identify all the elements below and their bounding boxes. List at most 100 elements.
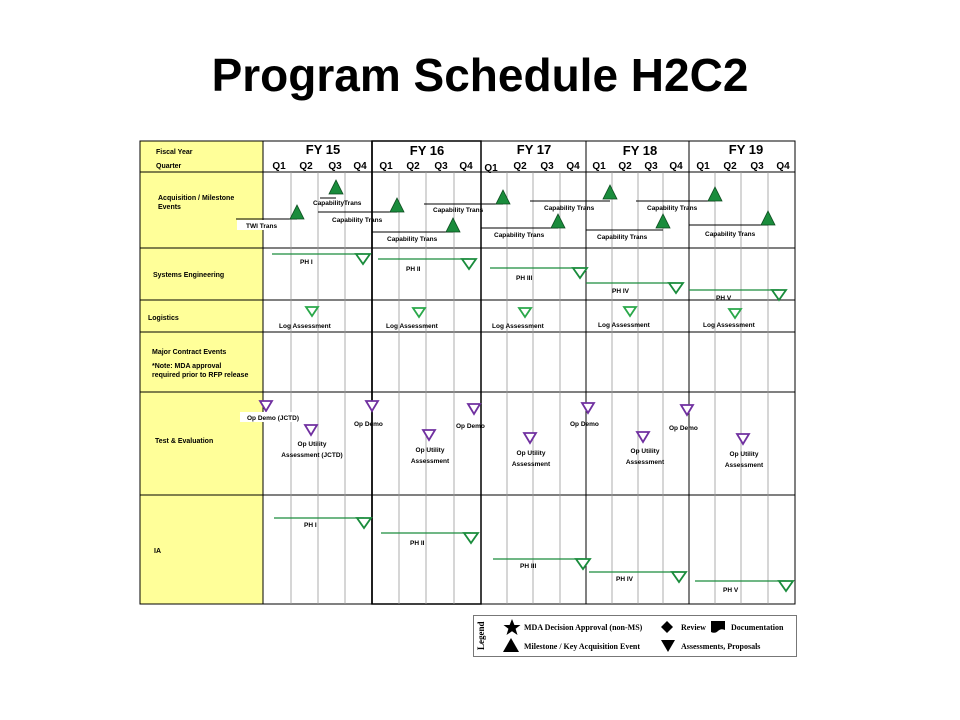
op-demo-label: Op Demo	[669, 425, 698, 432]
assessment-triangle	[462, 532, 480, 545]
quarter-label: Q4	[669, 161, 683, 172]
legend: Legend MDA Decision Approval (non-MS) Re…	[473, 615, 797, 657]
se-phase-label: PH IV	[612, 288, 630, 295]
op-utility-label: Assessment	[512, 461, 551, 468]
milestone-triangle	[760, 210, 776, 226]
row-label-acquisition: Acquisition / Milestone	[158, 195, 234, 202]
fy-label: FY 17	[517, 142, 551, 157]
acquisition-label: Capability Trans	[705, 231, 756, 238]
quarter-label: Q2	[406, 161, 420, 172]
acquisition-label: Capability Trans	[597, 234, 648, 241]
quarter-label: Q4	[776, 161, 790, 172]
op-utility-label: Assessment (JCTD)	[281, 452, 342, 459]
assessment-triangle	[574, 558, 592, 571]
quarter-label: Q4	[353, 161, 367, 172]
se-triangles	[354, 253, 788, 302]
triangle-up-icon	[503, 638, 519, 652]
acquisition-label: Capability Trans	[647, 205, 698, 212]
ia-phase-label: PH II	[410, 540, 425, 547]
legend-title: Legend	[476, 621, 486, 651]
quarter-label: Q3	[328, 161, 342, 172]
milestone-triangle	[495, 189, 511, 205]
assessment-triangle	[460, 258, 478, 271]
op-utility-label: Op Utility	[416, 447, 445, 454]
op-utility-label: Op Utility	[517, 450, 546, 457]
quarter-label: Q3	[540, 161, 554, 172]
quarter-label: Q3	[750, 161, 764, 172]
fy-label: FY 15	[306, 142, 340, 157]
assessment-triangle	[571, 267, 589, 280]
quarter-label: Q1	[696, 161, 710, 172]
quarter-label: Q1	[592, 161, 606, 172]
quarter-label: Q1	[272, 161, 286, 172]
milestone-triangle	[707, 186, 723, 202]
assessment-triangle	[622, 306, 638, 318]
fiscal-year-label: Fiscal Year	[156, 149, 193, 156]
milestone-triangle	[602, 184, 618, 200]
legend-assessments-label: Assessments, Proposals	[681, 642, 761, 651]
op-demo-triangle	[679, 404, 695, 417]
assessment-triangle	[770, 289, 788, 302]
legend-mda-label: MDA Decision Approval (non-MS)	[524, 623, 643, 632]
se-phase-label: PH I	[300, 259, 313, 266]
op-utility-triangle	[522, 432, 538, 445]
op-utility-label: Op Utility	[730, 451, 759, 458]
op-demo-label: Op Demo (JCTD)	[247, 415, 299, 422]
milestone-triangle	[445, 217, 461, 233]
row-label-note: *Note: MDA approval	[152, 363, 221, 370]
op-demo-label: Op Demo	[570, 421, 599, 428]
acquisition-label: CapabilityTrans	[313, 200, 362, 207]
milestone-triangle	[550, 213, 566, 229]
program-schedule-chart: Fiscal Year Quarter FY 15 FY 16 FY 17 FY…	[139, 140, 796, 605]
quarter-label: Q4	[459, 161, 473, 172]
row-label-note: required prior to RFP release	[152, 372, 248, 379]
se-phase-bars	[272, 253, 779, 291]
ia-phase-label: PH V	[723, 587, 739, 594]
quarter-label: Q3	[434, 161, 448, 172]
quarter-label: Q2	[513, 161, 527, 172]
log-assessment-label: Log Assessment	[703, 322, 756, 329]
row-label-logistics: Logistics	[148, 315, 179, 322]
log-assessment-label: Log Assessment	[598, 322, 651, 329]
ia-phase-label: PH IV	[616, 576, 634, 583]
op-utility-triangle	[735, 433, 751, 446]
ia-triangles	[355, 517, 795, 593]
assessment-triangle	[354, 253, 372, 266]
assessment-triangle	[727, 308, 743, 320]
op-demo-triangle	[580, 402, 596, 415]
quarter-label: Q3	[644, 161, 658, 172]
se-phase-label: PH II	[406, 266, 421, 273]
op-utility-triangle	[421, 429, 437, 442]
op-utility-label: Assessment	[725, 462, 764, 469]
op-demo-triangle	[364, 400, 380, 413]
quarter-label: Quarter	[156, 163, 182, 170]
quarter-label: Q2	[299, 161, 313, 172]
milestone-triangles	[289, 179, 776, 233]
diamond-icon	[661, 621, 673, 633]
acquisition-label: Capability Trans	[544, 205, 595, 212]
op-demo-label: Op Demo	[354, 421, 383, 428]
log-assessment-label: Log Assessment	[279, 323, 332, 330]
assessment-triangle	[411, 307, 427, 319]
quarter-label: Q4	[566, 161, 580, 172]
assessment-triangle	[670, 571, 688, 584]
milestone-triangle	[655, 213, 671, 229]
acquisition-label: Capability Trans	[494, 232, 545, 239]
row-label-ia: IA	[154, 548, 161, 555]
se-phase-label: PH III	[516, 275, 532, 282]
quarter-label: Q2	[618, 161, 632, 172]
test-triangles	[258, 400, 751, 446]
legend-documentation-label: Documentation	[731, 623, 784, 632]
milestone-triangle	[289, 204, 305, 220]
assessment-triangle	[667, 282, 685, 295]
milestone-triangle	[389, 197, 405, 213]
fy-label: FY 19	[729, 142, 763, 157]
legend-milestone-label: Milestone / Key Acquisition Event	[524, 642, 640, 651]
row-label-acquisition: Events	[158, 204, 181, 211]
assessment-triangle	[304, 306, 320, 318]
assessment-triangle	[355, 517, 373, 530]
acquisition-label: Capability Trans	[433, 207, 484, 214]
op-demo-triangle	[466, 403, 482, 416]
row-label-systems-engineering: Systems Engineering	[153, 272, 224, 279]
row-label-major-contract: Major Contract Events	[152, 349, 226, 356]
